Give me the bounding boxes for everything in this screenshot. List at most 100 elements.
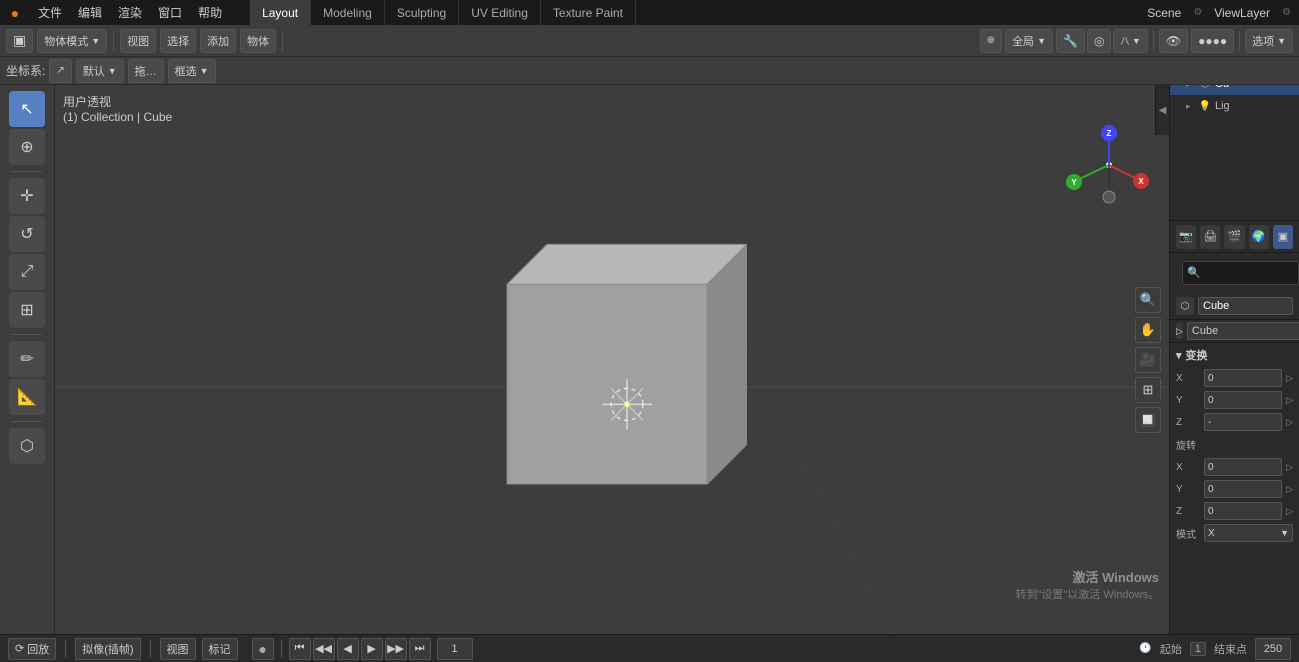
object-btn[interactable]: 物体 (240, 29, 276, 53)
coord-default-dropdown[interactable]: 默认 ▼ (76, 59, 124, 83)
outliner-item-light[interactable]: ▸ 💡 Lig (1170, 95, 1299, 117)
coord-sys-label: 坐标系: (6, 62, 45, 79)
mode-row: 模式 X ▼ (1170, 522, 1299, 544)
go-first-btn[interactable]: ⏮ (289, 638, 311, 660)
cursor-tool-btn[interactable]: ⊕ (9, 129, 45, 165)
menu-edit[interactable]: 编辑 (70, 0, 110, 25)
object-mode-dropdown[interactable]: 物体模式 ▼ (37, 29, 107, 53)
mode-value[interactable]: X ▼ (1204, 524, 1293, 542)
bottom-sep-1 (65, 640, 66, 658)
select-mode-dropdown[interactable]: 框选 ▼ (168, 59, 216, 83)
menu-help[interactable]: 帮助 (190, 0, 230, 25)
bottom-sep-3 (281, 640, 282, 658)
mode-label: 模式 (1176, 526, 1200, 541)
prev-frame-btn[interactable]: ◀◀ (313, 638, 335, 660)
keyframe-dot-btn[interactable]: ● (252, 638, 274, 660)
shading-dots-btn[interactable]: ●●●● (1191, 29, 1234, 53)
global-btn[interactable]: 全局 ▼ (1005, 29, 1053, 53)
transform-btn[interactable]: ⊕ (980, 29, 1002, 53)
props-search-container (1170, 253, 1299, 293)
props-data-name-input[interactable] (1187, 322, 1299, 340)
props-render-icon[interactable]: 📷 (1176, 225, 1196, 249)
overlay-tool-btn[interactable]: 🔲 (1135, 407, 1161, 433)
props-output-icon[interactable]: 🖨 (1200, 225, 1220, 249)
pos-x-expand[interactable]: ▷ (1286, 373, 1293, 384)
end-value-input[interactable] (1255, 638, 1291, 660)
top-right-area: Scene ⚙ ViewLayer ⚙ (1139, 6, 1299, 20)
view-btn[interactable]: 视图 (120, 29, 156, 53)
coord-icon-btn[interactable]: ↗ (49, 59, 71, 83)
frame-input[interactable] (437, 638, 473, 660)
tool-separator-1 (12, 171, 42, 172)
tab-sculpting[interactable]: Sculpting (385, 0, 459, 25)
menu-window[interactable]: 窗口 (150, 0, 190, 25)
svg-text:Y: Y (1071, 178, 1077, 187)
props-object-name-input[interactable] (1198, 297, 1293, 315)
next-btn[interactable]: ▶▶ (385, 638, 407, 660)
drag-btn[interactable]: 拖… (128, 59, 164, 83)
view-btn-bottom[interactable]: 视图 (160, 638, 196, 660)
rot-x-value[interactable]: 0 (1204, 458, 1282, 476)
snap-btn[interactable]: 🔧 (1056, 29, 1085, 53)
pan-tool-btn[interactable]: ✋ (1135, 317, 1161, 343)
pos-x-value[interactable]: 0 (1204, 369, 1282, 387)
props-data-icon: ▷ (1176, 323, 1183, 339)
rot-z-value[interactable]: 0 (1204, 502, 1282, 520)
menu-file[interactable]: 文件 (30, 0, 70, 25)
props-transform-header[interactable]: ▾ 变换 (1170, 343, 1299, 367)
position-z-row: Z - ▷ (1170, 411, 1299, 433)
revert-btn[interactable]: ⟳ 回放 (8, 638, 56, 660)
menu-render[interactable]: 渲染 (110, 0, 150, 25)
proportional-mode-btn[interactable]: 八 ▼ (1113, 29, 1147, 53)
rot-x-expand[interactable]: ▷ (1286, 462, 1293, 473)
revert-icon: ⟳ (15, 642, 24, 655)
vis-btn[interactable]: 👁 (1159, 29, 1188, 53)
measure-tool-btn[interactable]: 📐 (9, 379, 45, 415)
rot-y-value[interactable]: 0 (1204, 480, 1282, 498)
tab-modeling[interactable]: Modeling (311, 0, 385, 25)
mode-icon-btn[interactable]: ▣ (6, 29, 33, 53)
move-tool-btn[interactable]: ✛ (9, 178, 45, 214)
tab-texture-paint[interactable]: Texture Paint (541, 0, 636, 25)
props-scene-icon[interactable]: 🎬 (1224, 225, 1244, 249)
scene-label: Scene (1139, 6, 1189, 20)
navigation-gizmo[interactable]: Z X Y (1059, 115, 1159, 215)
pos-z-value[interactable]: - (1204, 413, 1282, 431)
marker-btn[interactable]: 标记 (202, 638, 238, 660)
pos-y-value[interactable]: 0 (1204, 391, 1282, 409)
props-obj-icon[interactable]: ▣ (1273, 225, 1293, 249)
scale-tool-btn[interactable]: ⤢ (9, 254, 45, 290)
select-btn[interactable]: 选择 (160, 29, 196, 53)
annotate-tool-btn[interactable]: ✏ (9, 341, 45, 377)
outliner-light-label: Lig (1215, 100, 1230, 112)
prev-btn[interactable]: ◀ (337, 638, 359, 660)
zoom-tool-btn[interactable]: 🔍 (1135, 287, 1161, 313)
select-tool-btn[interactable]: ↖ (9, 91, 45, 127)
viewport-3d[interactable]: 用户透视 (1) Collection | Cube (55, 85, 1169, 634)
start-value[interactable]: 1 (1190, 642, 1206, 656)
gizmo-svg: Z X Y (1059, 115, 1159, 215)
tab-layout[interactable]: Layout (250, 0, 311, 25)
tab-uv-editing[interactable]: UV Editing (459, 0, 541, 25)
options-btn[interactable]: 选项 ▼ (1245, 29, 1293, 53)
add-cube-tool-btn[interactable]: ⬡ (9, 428, 45, 464)
panel-collapse-btn[interactable]: ◀ (1155, 85, 1169, 135)
rotate-tool-btn[interactable]: ↺ (9, 216, 45, 252)
proportional-btn[interactable]: ◎ (1087, 29, 1111, 53)
pos-z-expand[interactable]: ▷ (1286, 417, 1293, 428)
go-last-btn[interactable]: ⏭ (409, 638, 431, 660)
transform-tool-btn[interactable]: ⊞ (9, 292, 45, 328)
play-btn[interactable]: ▶ (361, 638, 383, 660)
rot-y-expand[interactable]: ▷ (1286, 484, 1293, 495)
pos-y-expand[interactable]: ▷ (1286, 395, 1293, 406)
add-btn[interactable]: 添加 (200, 29, 236, 53)
props-world-icon[interactable]: 🌍 (1249, 225, 1269, 249)
properties-panel: 📷 🖨 🎬 🌍 ▣ ⬡ ▷ ▾ 变换 X 0 ▷ Y 0 ▷ Z - ▷ 旋转 (1169, 220, 1299, 662)
keyframe-btn[interactable]: 拟像(插帧) (75, 638, 140, 660)
props-search-input[interactable] (1182, 261, 1299, 285)
rot-z-label: Z (1176, 506, 1200, 517)
rot-z-expand[interactable]: ▷ (1286, 506, 1293, 517)
revert-label: 回放 (27, 641, 49, 657)
grid-tool-btn[interactable]: ⊞ (1135, 377, 1161, 403)
camera-tool-btn[interactable]: 🎥 (1135, 347, 1161, 373)
